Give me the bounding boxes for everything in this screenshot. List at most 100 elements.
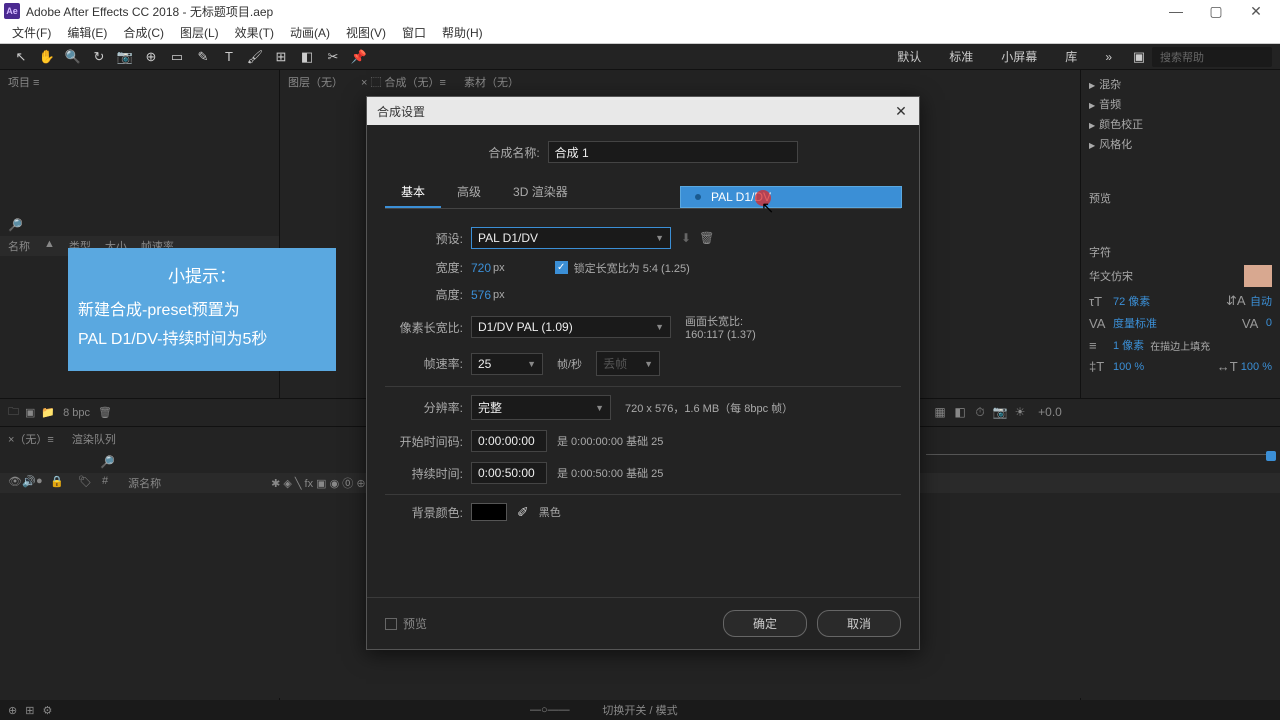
panel-menu-icon[interactable]: ▣ [1126,46,1152,68]
label-column-icon[interactable]: 🏷 [78,475,92,491]
lock-aspect-checkbox[interactable]: ✓ [555,261,568,274]
comp-name-input[interactable] [548,141,798,163]
exposure-icon[interactable]: ☀ [1010,402,1030,422]
eyedropper-icon[interactable]: ✐ [517,504,529,521]
tracking-value[interactable]: 0 [1266,317,1272,329]
col-name[interactable]: 名称 [8,238,30,254]
grid-icon[interactable]: ▦ [930,402,950,422]
trash-icon[interactable]: 🗑 [98,406,112,419]
tab-advanced[interactable]: 高级 [441,177,497,208]
par-select[interactable]: D1/DV PAL (1.09)▼ [471,316,671,338]
effects-stylize[interactable]: 风格化 [1085,134,1276,154]
ok-button[interactable]: 确定 [723,610,807,637]
bin-icon[interactable]: 🗀 [8,403,19,422]
render-queue-tab[interactable]: 渲染队列 [72,431,116,447]
source-name-column[interactable]: 源名称 [128,475,161,491]
hscale-value[interactable]: 100 % [1241,361,1272,373]
workspace-library[interactable]: 库 [1051,44,1091,69]
cancel-button[interactable]: 取消 [817,610,901,637]
effects-audio[interactable]: 音频 [1085,94,1276,114]
workspace-smallscreen[interactable]: 小屏幕 [987,44,1051,69]
anchor-tool-icon[interactable]: ⊕ [138,46,164,68]
eraser-tool-icon[interactable]: ◧ [294,46,320,68]
workspace-more[interactable]: » [1091,46,1126,68]
minimize-button[interactable]: — [1156,0,1196,22]
delete-preset-icon[interactable]: 🗑 [699,231,714,245]
menu-window[interactable]: 窗口 [394,22,434,43]
effects-misc[interactable]: 混杂 [1085,74,1276,94]
puppet-tool-icon[interactable]: 📌 [346,46,372,68]
dropframe-select[interactable]: 丢帧▼ [596,351,660,376]
comp-viewer-tab[interactable]: × ⬚ 合成（无）≡ [361,74,446,90]
pen-tool-icon[interactable]: ✎ [190,46,216,68]
snapshot-icon[interactable]: 📷 [990,402,1010,422]
fill-color-swatch[interactable] [1244,265,1272,287]
clone-tool-icon[interactable]: ⊞ [268,46,294,68]
zoom-slider[interactable]: —○—— [530,704,570,716]
audio-toggle-icon[interactable]: 🔊 [22,475,32,491]
menu-effect[interactable]: 效果(T) [227,22,282,43]
layer-viewer-tab[interactable]: 图层（无） [288,74,343,90]
leading-value[interactable]: 自动 [1250,293,1272,309]
new-comp-icon[interactable]: ▣ [25,406,35,419]
text-tool-icon[interactable]: T [216,46,242,68]
kerning-value[interactable]: 度量标准 [1113,315,1157,331]
stroke-position[interactable]: 在描边上填充 [1150,338,1210,353]
help-search-input[interactable]: 搜索帮助 [1152,47,1272,67]
bg-color-swatch[interactable] [471,503,507,521]
bpc-display[interactable]: 8 bpc [63,407,90,419]
status-icon-3[interactable]: ⚙ [42,704,52,717]
preview-checkbox[interactable]: 预览 [385,610,427,637]
dropdown-item-pal-d1-dv[interactable]: PAL D1/DV [681,187,901,207]
font-family-select[interactable]: 华文仿宋 [1089,268,1133,284]
timeline-search-icon[interactable]: 🔎 [100,455,115,469]
new-folder-icon[interactable]: 📁 [41,406,55,419]
font-size-value[interactable]: 72 像素 [1113,293,1150,309]
menu-layer[interactable]: 图层(L) [172,22,227,43]
workspace-default[interactable]: 默认 [883,44,935,69]
tab-basic[interactable]: 基本 [385,177,441,208]
status-center-text[interactable]: 切换开关 / 模式 [602,702,677,718]
status-icon-1[interactable]: ⊕ [8,704,17,717]
preset-select[interactable]: PAL D1/DV▼ [471,227,671,249]
search-icon[interactable]: 🔎 [8,218,23,232]
stroke-value[interactable]: 1 像素 [1113,337,1144,353]
playhead-marker[interactable] [1266,451,1276,461]
index-column[interactable]: # [102,475,108,491]
close-window-button[interactable]: ✕ [1236,0,1276,22]
mask-icon[interactable]: ◧ [950,402,970,422]
timeline-none-tab[interactable]: ×（无）≡ [8,431,54,447]
resolution-select[interactable]: 完整▼ [471,395,611,420]
start-timecode-input[interactable] [471,430,547,452]
maximize-button[interactable]: ▢ [1196,0,1236,22]
solo-toggle-icon[interactable]: ● [36,475,46,491]
camera-tool-icon[interactable]: 📷 [112,46,138,68]
workspace-standard[interactable]: 标准 [935,44,987,69]
menu-animation[interactable]: 动画(A) [282,22,338,43]
zoom-tool-icon[interactable]: 🔍 [60,46,86,68]
dialog-close-button[interactable]: ✕ [893,103,909,119]
hand-tool-icon[interactable]: ✋ [34,46,60,68]
status-icon-2[interactable]: ⊞ [25,704,34,717]
height-value[interactable]: 576 [471,288,491,302]
menu-help[interactable]: 帮助(H) [434,22,491,43]
selection-tool-icon[interactable]: ↖ [8,46,34,68]
brush-tool-icon[interactable]: 🖌 [242,46,268,68]
character-section[interactable]: 字符 [1085,238,1276,262]
col-sort-icon[interactable]: ▲ [44,238,55,254]
tab-3d-renderer[interactable]: 3D 渲染器 [497,177,584,208]
av-toggle-icon[interactable]: 👁 [8,475,18,491]
save-preset-icon[interactable]: ⬇ [681,231,691,245]
roto-tool-icon[interactable]: ✂ [320,46,346,68]
preview-section[interactable]: 预览 [1085,184,1276,208]
shape-tool-icon[interactable]: ▭ [164,46,190,68]
switches-icon[interactable]: ✱ ◈ ╲ fx ▣ ◉ ⓪ ⊕ [271,475,365,491]
menu-edit[interactable]: 编辑(E) [59,22,115,43]
exposure-value[interactable]: +0.0 [1030,402,1070,422]
rotate-tool-icon[interactable]: ↻ [86,46,112,68]
menu-view[interactable]: 视图(V) [338,22,394,43]
duration-input[interactable] [471,462,547,484]
footage-viewer-tab[interactable]: 素材（无） [464,74,519,90]
time-icon[interactable]: ⏱ [970,402,990,422]
effects-color[interactable]: 颜色校正 [1085,114,1276,134]
